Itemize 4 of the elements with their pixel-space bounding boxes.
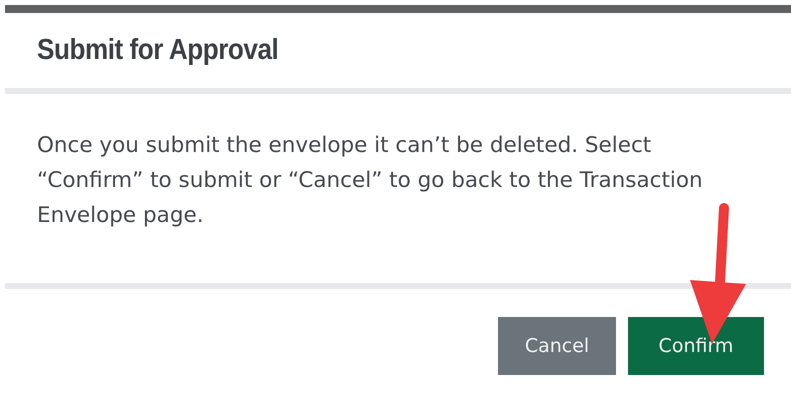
dialog-message: Once you submit the envelope it can’t be deleted. Select “Confirm” to submit or “Cancel” to go back to the Transaction Envelope page.: [37, 132, 704, 230]
dialog-title: Submit for Approval: [37, 34, 278, 67]
confirm-button[interactable]: Confirm: [628, 317, 764, 375]
cancel-button[interactable]: Cancel: [498, 317, 616, 375]
